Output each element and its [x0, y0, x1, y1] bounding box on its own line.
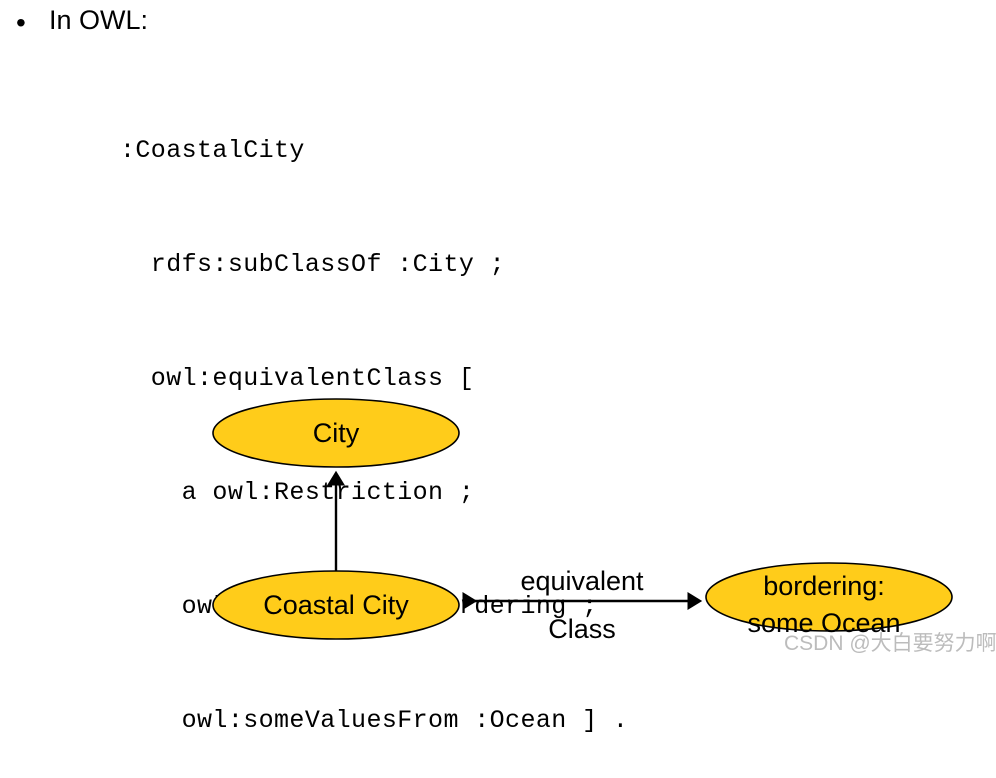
code-line: owl:someValuesFrom :Ocean ] .: [120, 706, 629, 735]
node-bordering-some-ocean-label-line1: bordering:: [763, 571, 885, 601]
equivalent-class-edge-label-line2: Class: [548, 614, 616, 644]
diagram-canvas: equivalent Class City Coastal City borde…: [212, 398, 996, 655]
node-city-label: City: [313, 418, 360, 448]
watermark: CSDN @大白要努力啊: [784, 632, 996, 655]
equivalent-class-edge-label-line1: equivalent: [520, 566, 644, 596]
ontology-diagram: equivalent Class City Coastal City borde…: [0, 0, 996, 662]
node-coastal-city-label: Coastal City: [263, 590, 409, 620]
